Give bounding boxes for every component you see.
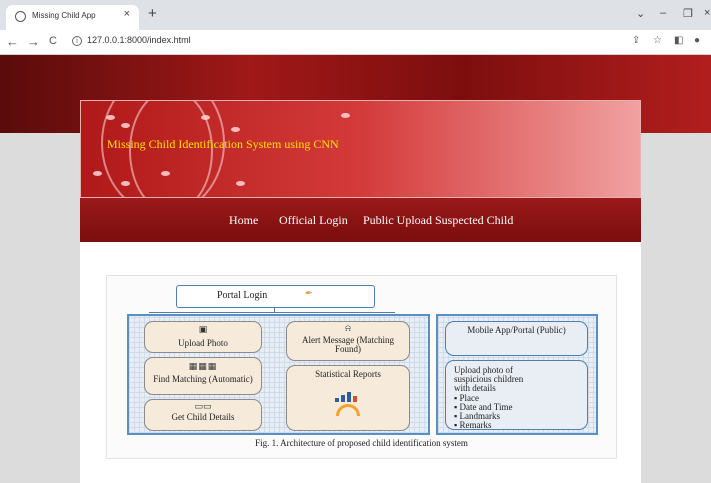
site-title: Missing Child Identification System usin…	[107, 137, 339, 151]
heart-icon	[341, 113, 350, 118]
upload-photo-card: ▣ Upload Photo	[144, 321, 262, 353]
gauge-icon	[336, 404, 360, 416]
admin-panel: ▣ Upload Photo ▦▦▦ Find Matching (Automa…	[127, 314, 430, 435]
reload-button[interactable]: C	[49, 35, 57, 47]
public-panel: Mobile App/Portal (Public) Upload photo …	[436, 314, 598, 435]
browser-tab[interactable]: Missing Child App ×	[6, 5, 139, 30]
statistical-reports-card: Statistical Reports	[286, 365, 410, 431]
portal-login-label: Portal Login	[217, 290, 268, 301]
page-viewport: Missing Child Identification System usin…	[0, 55, 711, 483]
close-window-button[interactable]: ×	[704, 7, 710, 19]
camera-icon: ▣	[198, 325, 208, 335]
find-matching-card: ▦▦▦ Find Matching (Automatic)	[144, 357, 262, 395]
restore-button[interactable]: ❐	[683, 7, 693, 20]
heart-icon	[121, 181, 130, 186]
header-banner: Missing Child Identification System usin…	[80, 100, 641, 198]
new-tab-button[interactable]: +	[148, 5, 157, 22]
list-item: Remarks	[454, 421, 512, 430]
bookmark-star-icon[interactable]: ☆	[653, 35, 662, 46]
mobile-app-card: Mobile App/Portal (Public)	[445, 321, 588, 356]
heart-icon	[106, 115, 115, 120]
profile-icon[interactable]: ●	[694, 35, 700, 46]
tab-close-icon[interactable]: ×	[124, 8, 130, 20]
nav-home[interactable]: Home	[229, 213, 258, 228]
upload-photo-label: Upload Photo	[178, 338, 228, 348]
key-icon: ✒	[305, 289, 313, 299]
heart-icon	[201, 115, 210, 120]
get-child-details-label: Get Child Details	[171, 412, 235, 422]
side-panel-icon[interactable]: ◧	[674, 35, 683, 46]
heart-icon	[161, 171, 170, 176]
connector-line	[149, 312, 395, 313]
tab-title: Missing Child App	[32, 11, 96, 20]
id-card-icon: ▭▭	[194, 402, 212, 412]
browser-titlebar: Missing Child App × + ⌄ – ❐ ×	[0, 0, 711, 30]
heart-icon	[121, 123, 130, 128]
child-details-card: ▭▭ Get Child Details	[144, 399, 262, 431]
figure-caption: Fig. 1. Architecture of proposed child i…	[255, 438, 468, 448]
upload-suspicious-label: Upload photo of suspicious children with…	[454, 365, 524, 393]
heart-icon	[231, 127, 240, 132]
bell-icon: ⍾	[345, 324, 351, 334]
back-button[interactable]: ←	[6, 34, 19, 49]
nav-official-login[interactable]: Official Login	[279, 213, 348, 228]
alert-message-label: Alert Message (Matching Found)	[302, 335, 394, 354]
details-list: Place Date and Time Landmarks Remarks	[454, 394, 512, 430]
share-icon[interactable]: ⇪	[632, 35, 640, 46]
upload-suspicious-card: Upload photo of suspicious children with…	[445, 360, 588, 430]
statistical-reports-label: Statistical Reports	[315, 369, 381, 379]
heart-icon	[93, 171, 102, 176]
alert-message-card: ⍾ Alert Message (Matching Found)	[286, 321, 410, 361]
heart-icon	[236, 181, 245, 186]
find-matching-label: Find Matching (Automatic)	[153, 374, 253, 384]
architecture-figure: Portal Login ✒ ▣ Upload Photo ▦▦▦ Find M…	[106, 275, 617, 459]
portal-login-box: Portal Login ✒	[176, 285, 375, 308]
faces-icon: ▦▦▦	[188, 362, 218, 372]
main-nav: Home Official Login Public Upload Suspec…	[80, 198, 641, 242]
minimize-button[interactable]: –	[660, 7, 666, 19]
bar-chart-icon	[335, 392, 361, 402]
browser-toolbar: ← → C i 127.0.0.1:8000/index.html ⇪ ☆ ◧ …	[0, 30, 711, 55]
address-bar[interactable]: 127.0.0.1:8000/index.html	[87, 35, 191, 45]
nav-public-upload[interactable]: Public Upload Suspected Child	[363, 213, 513, 228]
mobile-app-label: Mobile App/Portal (Public)	[467, 325, 566, 335]
tab-search-icon[interactable]: ⌄	[636, 7, 645, 20]
globe-icon	[15, 11, 26, 22]
forward-button[interactable]: →	[27, 34, 40, 49]
site-info-icon[interactable]: i	[72, 36, 82, 46]
